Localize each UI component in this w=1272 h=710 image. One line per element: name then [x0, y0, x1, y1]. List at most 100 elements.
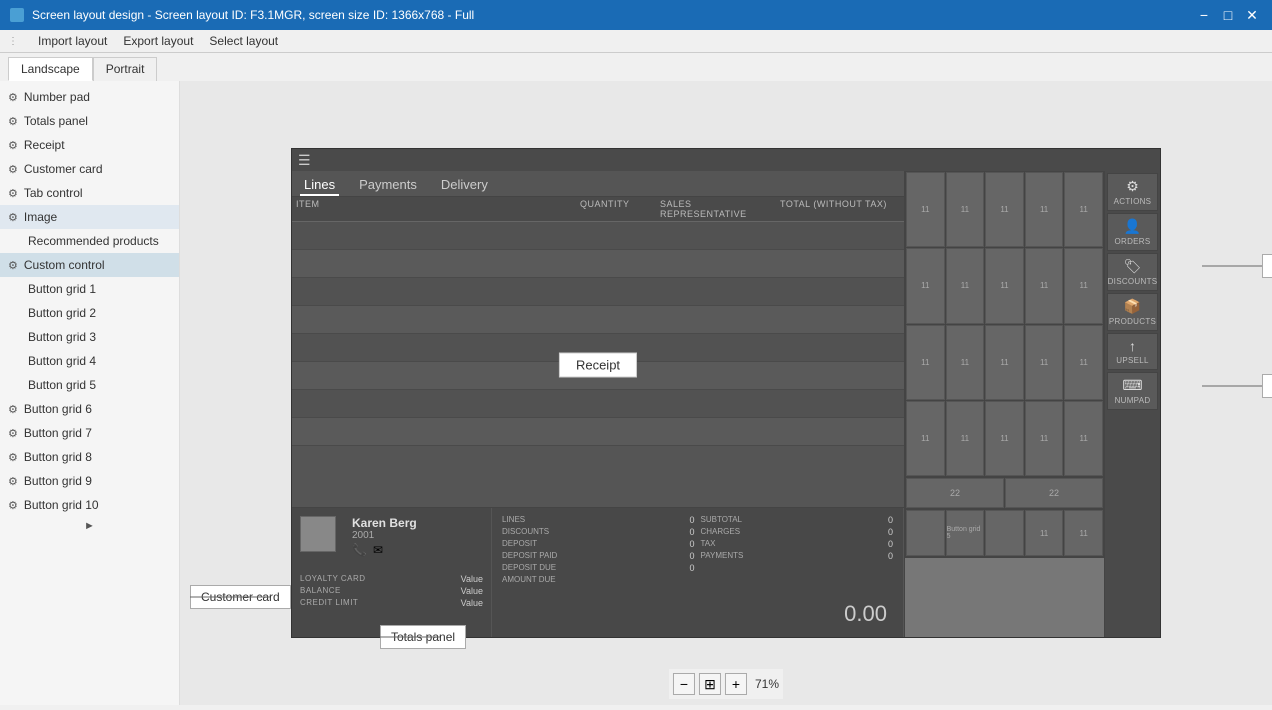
receipt-lines: Receipt	[292, 222, 904, 507]
callout-totals-panel-line	[380, 636, 440, 638]
sidebar-item-recommended-products[interactable]: Recommended products	[0, 229, 179, 253]
grid-cell[interactable]: 11	[906, 401, 945, 476]
pos-screen: ☰ Lines Payments Delivery	[291, 148, 1161, 638]
sidebar-item-button-grid-1[interactable]: Button grid 1	[0, 277, 179, 301]
grid-cell[interactable]: 11	[985, 172, 1024, 247]
sidebar-item-button-grid-9[interactable]: ⚙ Button grid 9	[0, 469, 179, 493]
sidebar-item-button-grid-6[interactable]: ⚙ Button grid 6	[0, 397, 179, 421]
grid-cell[interactable]: 11	[906, 325, 945, 400]
col-sales-rep: SALES REPRESENTATIVE	[660, 199, 780, 219]
grid-cell[interactable]: 11	[1064, 172, 1103, 247]
grid-cell[interactable]: 11	[985, 401, 1024, 476]
grid-cell[interactable]: 11	[946, 401, 985, 476]
grid-cell-22[interactable]: 22	[906, 478, 1004, 508]
menu-separator: ⋮	[8, 36, 18, 47]
grid-cell[interactable]: 11	[946, 172, 985, 247]
sidebar-item-button-grid-3[interactable]: Button grid 3	[0, 325, 179, 349]
sidebar-item-totals-panel[interactable]: ⚙ Totals panel	[0, 109, 179, 133]
hamburger-icon[interactable]: ☰	[298, 152, 311, 169]
gear-icon: ⚙	[8, 139, 18, 152]
tab-landscape[interactable]: Landscape	[8, 57, 93, 81]
close-button[interactable]: ✕	[1242, 7, 1262, 24]
pos-tabs: Lines Payments Delivery	[292, 171, 904, 197]
grid-cell[interactable]: 11	[985, 325, 1024, 400]
maximize-button[interactable]: □	[1218, 7, 1238, 24]
tab-portrait[interactable]: Portrait	[93, 57, 158, 81]
sidebar-item-number-pad[interactable]: ⚙ Number pad	[0, 85, 179, 109]
grid-cell[interactable]: 11	[1025, 325, 1064, 400]
gear-icon: ⚙	[8, 187, 18, 200]
export-layout-menu[interactable]: Export layout	[123, 34, 193, 48]
upsell-button[interactable]: ↑ UPSELL	[1107, 333, 1158, 370]
sidebar-item-button-grid-2[interactable]: Button grid 2	[0, 301, 179, 325]
grid-cell[interactable]: 11	[985, 248, 1024, 323]
pos-receipt-area: ITEM QUANTITY SALES REPRESENTATIVE TOTAL…	[292, 197, 904, 507]
sidebar-item-custom-control[interactable]: ⚙ Custom control	[0, 253, 179, 277]
gear-icon: ⚙	[8, 91, 18, 104]
sidebar-item-button-grid-10[interactable]: ⚙ Button grid 10	[0, 493, 179, 517]
sidebar-item-label: Button grid 1	[28, 282, 96, 296]
button-grid-large	[905, 557, 1104, 637]
sidebar-item-button-grid-7[interactable]: ⚙ Button grid 7	[0, 421, 179, 445]
numpad-button[interactable]: ⌨ NUMPAD	[1107, 372, 1158, 410]
grid-cell[interactable]: 11	[946, 325, 985, 400]
sidebar-item-label: Button grid 3	[28, 330, 96, 344]
zoom-fit-button[interactable]: ⊞	[699, 673, 721, 695]
callout-customer-card-line	[190, 596, 270, 598]
orientation-tabs: Landscape Portrait	[0, 53, 1272, 81]
grid-cell[interactable]: 11	[1025, 172, 1064, 247]
grid-cell[interactable]: 11	[946, 248, 985, 323]
grid-cell-22[interactable]: 22	[1005, 478, 1103, 508]
grid-cell[interactable]: 11	[1064, 510, 1103, 556]
phone-icon: 📞	[352, 543, 367, 557]
pos-tab-lines[interactable]: Lines	[300, 175, 339, 196]
minimize-button[interactable]: −	[1194, 7, 1214, 24]
discounts-icon: 🏷	[1124, 258, 1142, 275]
email-icon: ✉	[373, 543, 383, 557]
charges-row: CHARGES 0	[699, 526, 896, 538]
credit-limit-value: Value	[461, 598, 483, 608]
select-layout-menu[interactable]: Select layout	[209, 34, 278, 48]
grid-cell[interactable]	[985, 510, 1024, 556]
sidebar-item-label: Receipt	[24, 138, 65, 152]
sidebar-item-customer-card[interactable]: ⚙ Customer card	[0, 157, 179, 181]
grid-cell[interactable]: 11	[1064, 248, 1103, 323]
payments-row: PAYMENTS 0	[699, 550, 896, 562]
sidebar-item-tab-control[interactable]: ⚙ Tab control	[0, 181, 179, 205]
grid-cell[interactable]: 11	[1025, 248, 1064, 323]
sidebar-item-button-grid-4[interactable]: Button grid 4	[0, 349, 179, 373]
actions-button[interactable]: ⚙ ACTIONS	[1107, 173, 1158, 211]
pos-tab-delivery[interactable]: Delivery	[437, 175, 492, 196]
grid-cell[interactable]: 11	[1064, 325, 1103, 400]
pos-tab-payments[interactable]: Payments	[355, 175, 421, 196]
sidebar-scroll-down[interactable]: ►	[0, 517, 179, 535]
sidebar-item-receipt[interactable]: ⚙ Receipt	[0, 133, 179, 157]
button-grid-upper: 11 11 11 11 11 11 11 11 11 11 11 11 11 1…	[905, 171, 1104, 477]
grid-cell[interactable]: 11	[1064, 401, 1103, 476]
discounts-button[interactable]: 🏷 DISCOUNTS	[1107, 253, 1158, 291]
balance-row: BALANCE Value	[300, 585, 483, 597]
upsell-label: UPSELL	[1116, 356, 1148, 365]
sidebar-item-button-grid-8[interactable]: ⚙ Button grid 8	[0, 445, 179, 469]
orders-button[interactable]: 👤 ORDERS	[1107, 213, 1158, 251]
sidebar-item-label: Button grid 10	[24, 498, 99, 512]
sidebar-item-label: Totals panel	[24, 114, 88, 128]
gear-icon: ⚙	[8, 451, 18, 464]
sidebar-item-button-grid-5[interactable]: Button grid 5	[0, 373, 179, 397]
sidebar-item-label: Customer card	[24, 162, 103, 176]
zoom-in-button[interactable]: +	[725, 673, 747, 695]
discounts-row: DISCOUNTS 0	[500, 526, 697, 538]
gear-icon: ⚙	[8, 475, 18, 488]
grid-cell[interactable]: 11	[906, 248, 945, 323]
products-button[interactable]: 📦 PRODUCTS	[1107, 293, 1158, 331]
grid-cell-button-grid-5[interactable]: Button grid 5	[946, 510, 985, 556]
sidebar-item-label: Image	[24, 210, 57, 224]
grid-cell[interactable]: 11	[1025, 510, 1064, 556]
sidebar-item-image[interactable]: ⚙ Image	[0, 205, 179, 229]
grid-cell[interactable]: 11	[906, 172, 945, 247]
grid-cell[interactable]: 11	[1025, 401, 1064, 476]
zoom-out-button[interactable]: −	[673, 673, 695, 695]
import-layout-menu[interactable]: Import layout	[38, 34, 107, 48]
grid-cell[interactable]	[906, 510, 945, 556]
button-grid-row-22: 22 22	[905, 477, 1104, 509]
